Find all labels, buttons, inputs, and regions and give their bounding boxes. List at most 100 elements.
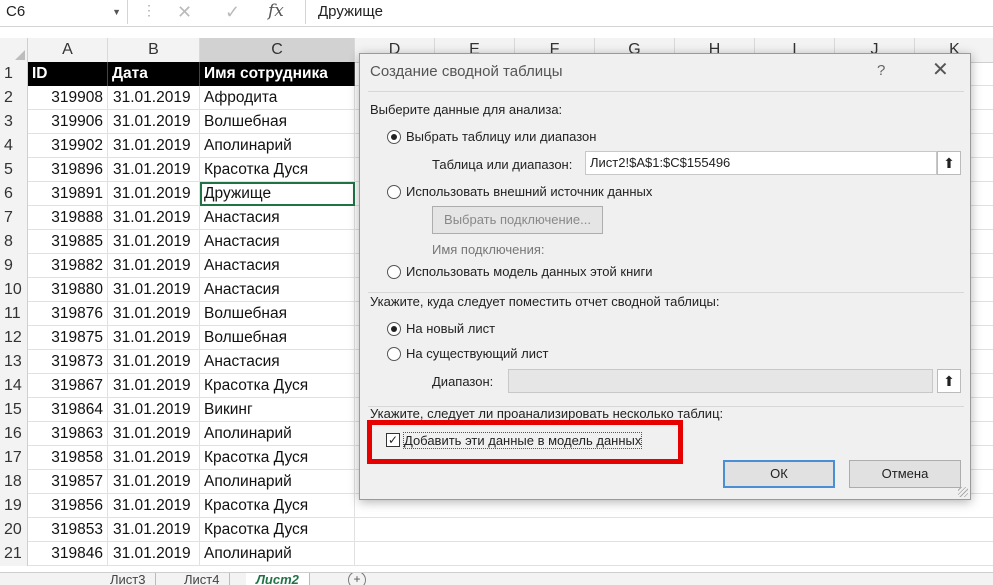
cell-name[interactable]: Красотка Дуся: [200, 494, 355, 518]
cell-name[interactable]: Анастасия: [200, 254, 355, 278]
cell-name[interactable]: Аполинарий: [200, 542, 355, 566]
cell-date[interactable]: 31.01.2019: [108, 206, 200, 230]
cell-id[interactable]: 319906: [28, 110, 108, 134]
cell-id[interactable]: 319880: [28, 278, 108, 302]
cell-name[interactable]: Красотка Дуся: [200, 158, 355, 182]
cell-id[interactable]: 319864: [28, 398, 108, 422]
row-header[interactable]: 20: [0, 518, 28, 542]
cell-id[interactable]: 319856: [28, 494, 108, 518]
cell-date[interactable]: 31.01.2019: [108, 470, 200, 494]
cell-name[interactable]: Аполинарий: [200, 470, 355, 494]
close-icon[interactable]: ✕: [932, 60, 949, 80]
radio-select-table[interactable]: [387, 130, 401, 144]
cell-name[interactable]: Волшебная: [200, 326, 355, 350]
row-header[interactable]: 12: [0, 326, 28, 350]
cancel-button[interactable]: Отмена: [849, 460, 961, 488]
tab-sheet2[interactable]: Лист2: [246, 573, 310, 585]
row-header[interactable]: 14: [0, 374, 28, 398]
help-icon[interactable]: ?: [877, 62, 885, 79]
cancel-icon[interactable]: ✕: [177, 0, 192, 24]
cell-date[interactable]: 31.01.2019: [108, 254, 200, 278]
radio-existing-sheet[interactable]: [387, 347, 401, 361]
radio-external-source[interactable]: [387, 185, 401, 199]
cell-date[interactable]: 31.01.2019: [108, 326, 200, 350]
cell-id-header[interactable]: ID: [28, 62, 108, 86]
row-header[interactable]: 18: [0, 470, 28, 494]
cell-date[interactable]: 31.01.2019: [108, 134, 200, 158]
add-sheet-icon[interactable]: +: [348, 573, 366, 585]
cell-date[interactable]: 31.01.2019: [108, 182, 200, 206]
cell-date[interactable]: 31.01.2019: [108, 398, 200, 422]
cell-date[interactable]: 31.01.2019: [108, 158, 200, 182]
cell-name-header[interactable]: Имя сотрудника: [200, 62, 355, 86]
cell-id[interactable]: 319873: [28, 350, 108, 374]
cell-name[interactable]: Анастасия: [200, 230, 355, 254]
cell-id[interactable]: 319853: [28, 518, 108, 542]
cell-name[interactable]: Викинг: [200, 398, 355, 422]
cell-name[interactable]: Анастасия: [200, 206, 355, 230]
row-header[interactable]: 2: [0, 86, 28, 110]
column-header-b[interactable]: B: [108, 38, 200, 62]
radio-select-table-label[interactable]: Выбрать таблицу или диапазон: [406, 129, 596, 144]
cell-name[interactable]: Красотка Дуся: [200, 374, 355, 398]
cell-date[interactable]: 31.01.2019: [108, 86, 200, 110]
cell-date[interactable]: 31.01.2019: [108, 494, 200, 518]
cell-date[interactable]: 31.01.2019: [108, 350, 200, 374]
radio-data-model[interactable]: [387, 265, 401, 279]
cell-name[interactable]: Анастасия: [200, 350, 355, 374]
row-header[interactable]: 1: [0, 62, 28, 86]
resize-grip-icon[interactable]: [958, 487, 968, 497]
tab-sheet3[interactable]: Лист3: [100, 573, 157, 585]
cell-id[interactable]: 319858: [28, 446, 108, 470]
cell-date[interactable]: 31.01.2019: [108, 278, 200, 302]
cell-id[interactable]: 319846: [28, 542, 108, 566]
cell-name[interactable]: Волшебная: [200, 110, 355, 134]
cell-date[interactable]: 31.01.2019: [108, 446, 200, 470]
cell-name[interactable]: Анастасия: [200, 278, 355, 302]
chevron-down-icon[interactable]: ▼: [112, 0, 121, 24]
cell-name[interactable]: Аполинарий: [200, 134, 355, 158]
collapse-location-icon[interactable]: ⬆: [937, 369, 961, 393]
cell-name[interactable]: Красотка Дуся: [200, 446, 355, 470]
row-header[interactable]: 13: [0, 350, 28, 374]
tab-sheet4[interactable]: Лист4: [174, 573, 231, 585]
cell-id[interactable]: 319885: [28, 230, 108, 254]
select-all-corner[interactable]: [0, 38, 28, 62]
radio-new-sheet[interactable]: [387, 322, 401, 336]
row-header[interactable]: 19: [0, 494, 28, 518]
cell-name[interactable]: Красотка Дуся: [200, 518, 355, 542]
row-header[interactable]: 16: [0, 422, 28, 446]
confirm-icon[interactable]: ✓: [225, 0, 240, 24]
location-input[interactable]: [508, 369, 933, 393]
cell-id[interactable]: 319867: [28, 374, 108, 398]
cell-id[interactable]: 319857: [28, 470, 108, 494]
choose-connection-button[interactable]: Выбрать подключение...: [432, 206, 603, 234]
column-header-c[interactable]: C: [200, 38, 355, 62]
cell-date[interactable]: 31.01.2019: [108, 110, 200, 134]
formula-input[interactable]: Дружище: [318, 0, 383, 24]
cell-id[interactable]: 319908: [28, 86, 108, 110]
cell-name[interactable]: Волшебная: [200, 302, 355, 326]
row-header[interactable]: 3: [0, 110, 28, 134]
cell-id[interactable]: 319882: [28, 254, 108, 278]
ok-button[interactable]: ОК: [723, 460, 835, 488]
row-header[interactable]: 17: [0, 446, 28, 470]
cell-id[interactable]: 319863: [28, 422, 108, 446]
row-header[interactable]: 9: [0, 254, 28, 278]
cell-date[interactable]: 31.01.2019: [108, 302, 200, 326]
cell-id[interactable]: 319896: [28, 158, 108, 182]
column-header-a[interactable]: A: [28, 38, 108, 62]
cell-date[interactable]: 31.01.2019: [108, 518, 200, 542]
cell-id[interactable]: 319902: [28, 134, 108, 158]
cell-date[interactable]: 31.01.2019: [108, 542, 200, 566]
cell-date[interactable]: 31.01.2019: [108, 422, 200, 446]
cell-id[interactable]: 319888: [28, 206, 108, 230]
cell-date[interactable]: 31.01.2019: [108, 230, 200, 254]
cell-date-header[interactable]: Дата: [108, 62, 200, 86]
row-header[interactable]: 4: [0, 134, 28, 158]
cell-name[interactable]: Аполинарий: [200, 422, 355, 446]
row-header[interactable]: 8: [0, 230, 28, 254]
collapse-range-icon[interactable]: ⬆: [937, 151, 961, 175]
range-input[interactable]: Лист2!$A$1:$C$155496: [585, 151, 937, 175]
cell-id[interactable]: 319875: [28, 326, 108, 350]
